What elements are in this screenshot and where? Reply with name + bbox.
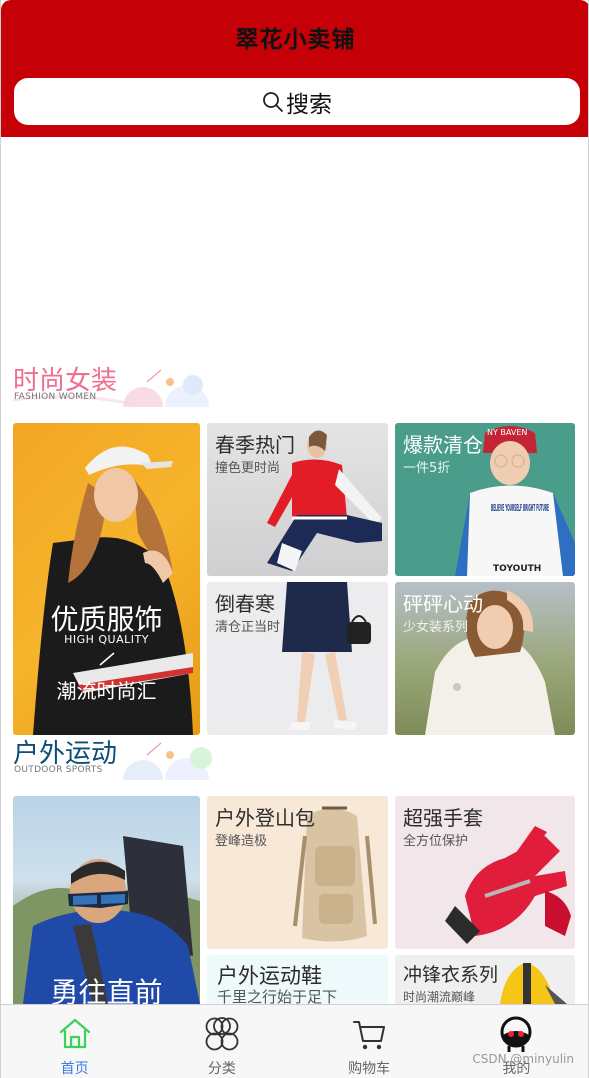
fashion-section-title: 时尚女装 FASHION WOMEN [13,360,213,410]
search-bar[interactable]: 搜索 [14,78,580,125]
app-page: 翠花小卖铺 搜索 时尚女装 FASHION WOMEN 优质服饰 HIGH QU… [0,0,589,1078]
tile-title: 超强手套 [403,806,483,830]
outdoor-section-title: 户外运动 OUTDOOR SPORTS [13,733,213,783]
tile-subtitle: 千里之行始于足下 [217,988,338,1004]
promo-tile-heart-throb[interactable]: 砰砰心动 少女装系列 [395,582,575,735]
big-tile-title: 勇往直前 [50,976,163,1004]
tile-subtitle: 登峰造极 [215,834,268,849]
promo-tile-late-spring[interactable]: 倒春寒 清仓正当时 [207,582,388,735]
promo-tile-strong-gloves[interactable]: 超强手套 全方位保护 [395,796,575,949]
app-title: 翠花小卖铺 [235,27,356,53]
tile-title: 冲锋衣系列 [403,964,499,986]
tile-title: 户外登山包 [215,806,315,830]
tile-subtitle: 撞色更时尚 [215,461,281,476]
slash-decoration [99,652,115,666]
search-icon [263,91,283,112]
promo-tile-quality-fashion[interactable]: 优质服饰 HIGH QUALITY 潮流时尚汇 [13,423,200,735]
sweater-brand-text: TOYOUTH [493,564,541,574]
promo-tile-sports-shoes[interactable]: 户外运动鞋 千里之行始于足下 [207,955,388,1004]
tile-title: 爆款清仓 [403,433,483,457]
watermark-text: CSDN @minyulin [472,1052,574,1066]
section-subtitle-text: FASHION WOMEN [14,392,97,402]
big-tile-tagline: 潮流时尚汇 [56,679,157,703]
tile-subtitle: 一件5折 [403,461,451,476]
cart-icon [353,1021,386,1050]
tab-profile[interactable]: 我的 [443,1005,588,1078]
tile-subtitle: 少女装系列 [403,620,469,635]
tab-label: 首页 [60,1061,89,1077]
bottom-tab-bar: 首页 分类 购物车 我的 [1,1004,588,1078]
tile-title: 倒春寒 [215,592,275,616]
promo-tile-spring-hot[interactable]: 春季热门 撞色更时尚 [207,423,388,576]
promo-tile-jacket-series[interactable]: 冲锋衣系列 时尚潮流巅峰 [395,955,575,1004]
tab-label: 分类 [207,1061,236,1077]
tile-title: 砰砰心动 [403,592,483,616]
big-tile-title: 优质服饰 [50,603,163,636]
home-icon [59,1018,90,1049]
promo-tile-hiking-backpack[interactable]: 户外登山包 登峰造极 [207,796,388,949]
tile-subtitle: 时尚潮流巅峰 [403,990,476,1004]
section-subtitle-text: OUTDOOR SPORTS [14,765,103,775]
tab-home[interactable]: 首页 [1,1005,148,1078]
tab-label: 购物车 [348,1061,391,1077]
promo-tile-clearance[interactable]: NY BAVEN BELIEVE YOURSELF BRIGHT FUTURE … [395,423,575,576]
sweater-text: BELIEVE YOURSELF BRIGHT FUTURE [491,503,549,514]
promo-tile-forge-ahead[interactable]: 勇往直前 [13,796,200,1004]
tab-category[interactable]: 分类 [148,1005,295,1078]
profile-icon [500,1016,532,1052]
banner-area [1,137,588,350]
search-label: 搜索 [286,91,332,118]
tab-cart[interactable]: 购物车 [296,1005,443,1078]
beanie-text: NY BAVEN [487,428,527,437]
big-tile-subtitle: HIGH QUALITY [64,633,149,646]
category-icon [205,1017,239,1051]
tile-title: 春季热门 [215,433,295,457]
header-bar: 翠花小卖铺 搜索 [1,0,588,137]
tile-subtitle: 全方位保护 [403,834,469,849]
tile-subtitle: 清仓正当时 [215,620,281,635]
